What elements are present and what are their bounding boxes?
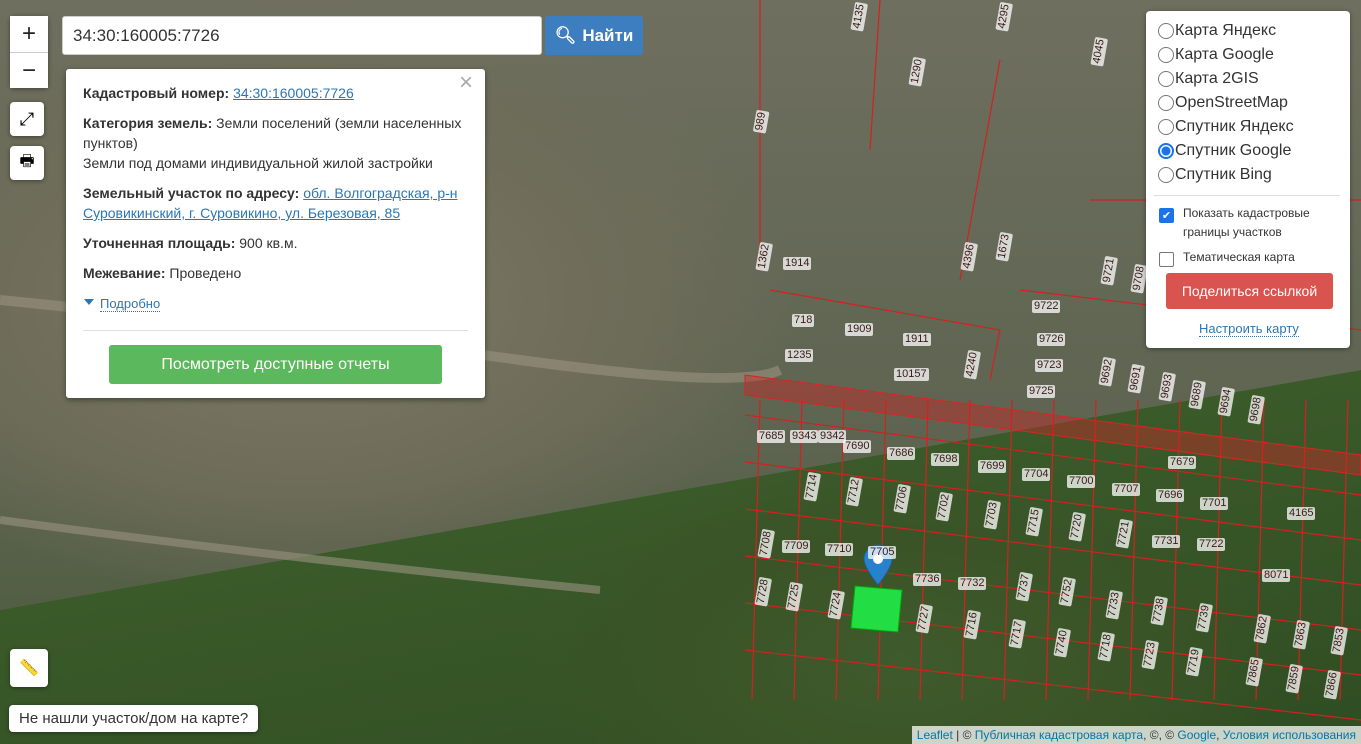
parcel-label[interactable]: 7731 xyxy=(1152,535,1181,548)
divider xyxy=(83,330,468,331)
parcel-label[interactable]: 7732 xyxy=(958,577,987,590)
checkbox-box xyxy=(1159,252,1174,267)
parcel-label[interactable]: 718 xyxy=(792,314,815,327)
selected-parcel xyxy=(850,585,903,633)
cadastral-number-link[interactable]: 34:30:160005:7726 xyxy=(233,85,354,101)
search-button[interactable]: 🔍︎ Найти xyxy=(545,16,643,55)
details-toggle[interactable]: Подробно xyxy=(83,293,468,314)
parcel-label[interactable]: 10157 xyxy=(894,368,929,381)
layer-option[interactable]: Спутник Яндекс xyxy=(1158,115,1340,139)
triangle-down-icon xyxy=(84,299,94,310)
radio-icon xyxy=(1158,143,1174,159)
parcel-label[interactable]: 9725 xyxy=(1027,385,1056,398)
print-icon: 🖶 xyxy=(19,152,35,170)
parcel-label[interactable]: 7685 xyxy=(757,430,786,443)
parcel-label[interactable]: 7698 xyxy=(931,453,960,466)
parcel-label[interactable]: 7736 xyxy=(913,573,942,586)
layer-option[interactable]: Спутник Bing xyxy=(1158,163,1340,187)
layer-option[interactable]: Карта Яндекс xyxy=(1158,19,1340,43)
parcel-label[interactable]: 7679 xyxy=(1168,456,1197,469)
parcel-label[interactable]: 1909 xyxy=(845,323,874,336)
parcel-label[interactable]: 1914 xyxy=(783,257,812,270)
radio-icon xyxy=(1158,95,1174,111)
parcel-label[interactable]: 1235 xyxy=(785,349,814,362)
radio-icon xyxy=(1158,167,1174,183)
view-reports-button[interactable]: Посмотреть доступные отчеты xyxy=(109,345,442,384)
parcel-label[interactable]: 7704 xyxy=(1022,468,1051,481)
close-icon[interactable]: × xyxy=(459,71,473,95)
divider xyxy=(1154,195,1340,196)
zoom-in-button[interactable]: + xyxy=(10,16,48,52)
parcel-label[interactable]: 7705 xyxy=(868,546,897,559)
layer-control: Карта Яндекс Карта Google Карта 2GIS OpenSt… xyxy=(1146,11,1350,348)
layer-option[interactable]: Карта 2GIS xyxy=(1158,67,1340,91)
checkmark-icon: ✔ xyxy=(1159,208,1174,223)
parcel-label[interactable]: 7701 xyxy=(1200,497,1229,510)
parcel-label[interactable]: 7722 xyxy=(1197,538,1226,551)
parcel-label[interactable]: 7709 xyxy=(782,540,811,553)
radio-icon xyxy=(1158,119,1174,135)
share-link-button[interactable]: Поделиться ссылкой xyxy=(1166,273,1333,309)
layer-option[interactable]: Карта Google xyxy=(1158,43,1340,67)
parcel-label[interactable]: 7700 xyxy=(1067,475,1096,488)
not-found-button[interactable]: Не нашли участок/дом на карте? xyxy=(9,705,259,732)
radio-icon xyxy=(1158,23,1174,39)
parcel-label[interactable]: 4165 xyxy=(1287,507,1316,520)
parcel-label[interactable]: 9723 xyxy=(1035,359,1064,372)
radio-icon xyxy=(1158,71,1174,87)
zoom-control: + − xyxy=(10,16,48,88)
parcel-label[interactable]: 7696 xyxy=(1156,489,1185,502)
show-borders-checkbox[interactable]: ✔ Показать кадастровые границы участков xyxy=(1158,204,1340,242)
search-icon: 🔍︎ xyxy=(554,25,577,45)
parcel-label[interactable]: 9722 xyxy=(1032,300,1061,313)
zoom-out-button[interactable]: − xyxy=(10,52,48,88)
print-button[interactable]: 🖶 xyxy=(10,146,44,180)
parcel-label[interactable]: 8071 xyxy=(1262,569,1291,582)
attribution: Leaflet | © Публичная кадастровая карта,… xyxy=(911,726,1361,744)
configure-map-link[interactable]: Настроить карту xyxy=(1158,321,1340,337)
ruler-icon: 📏 xyxy=(19,660,39,677)
parcel-info-popup: × Кадастровый номер: 34:30:160005:7726 К… xyxy=(66,69,485,398)
layer-option[interactable]: OpenStreetMap xyxy=(1158,91,1340,115)
parcel-label[interactable]: 7686 xyxy=(887,447,916,460)
ruler-button[interactable]: 📏 xyxy=(10,649,48,687)
layer-option[interactable]: Спутник Google xyxy=(1158,139,1340,163)
parcel-label[interactable]: 1911 xyxy=(903,333,931,346)
parcel-label[interactable]: 7690 xyxy=(843,440,872,453)
parcel-label[interactable]: 7707 xyxy=(1112,483,1141,496)
parcel-label[interactable]: 9726 xyxy=(1037,333,1066,346)
parcel-label[interactable]: 7699 xyxy=(978,460,1007,473)
parcel-label[interactable]: 9343 xyxy=(790,430,819,443)
search-input[interactable] xyxy=(62,16,542,55)
expand-icon: ⤢ xyxy=(19,108,35,129)
parcel-label[interactable]: 7710 xyxy=(825,543,854,556)
radio-icon xyxy=(1158,47,1174,63)
thematic-map-checkbox[interactable]: Тематическая карта xyxy=(1158,248,1340,267)
fullscreen-button[interactable]: ⤢ xyxy=(10,102,44,136)
